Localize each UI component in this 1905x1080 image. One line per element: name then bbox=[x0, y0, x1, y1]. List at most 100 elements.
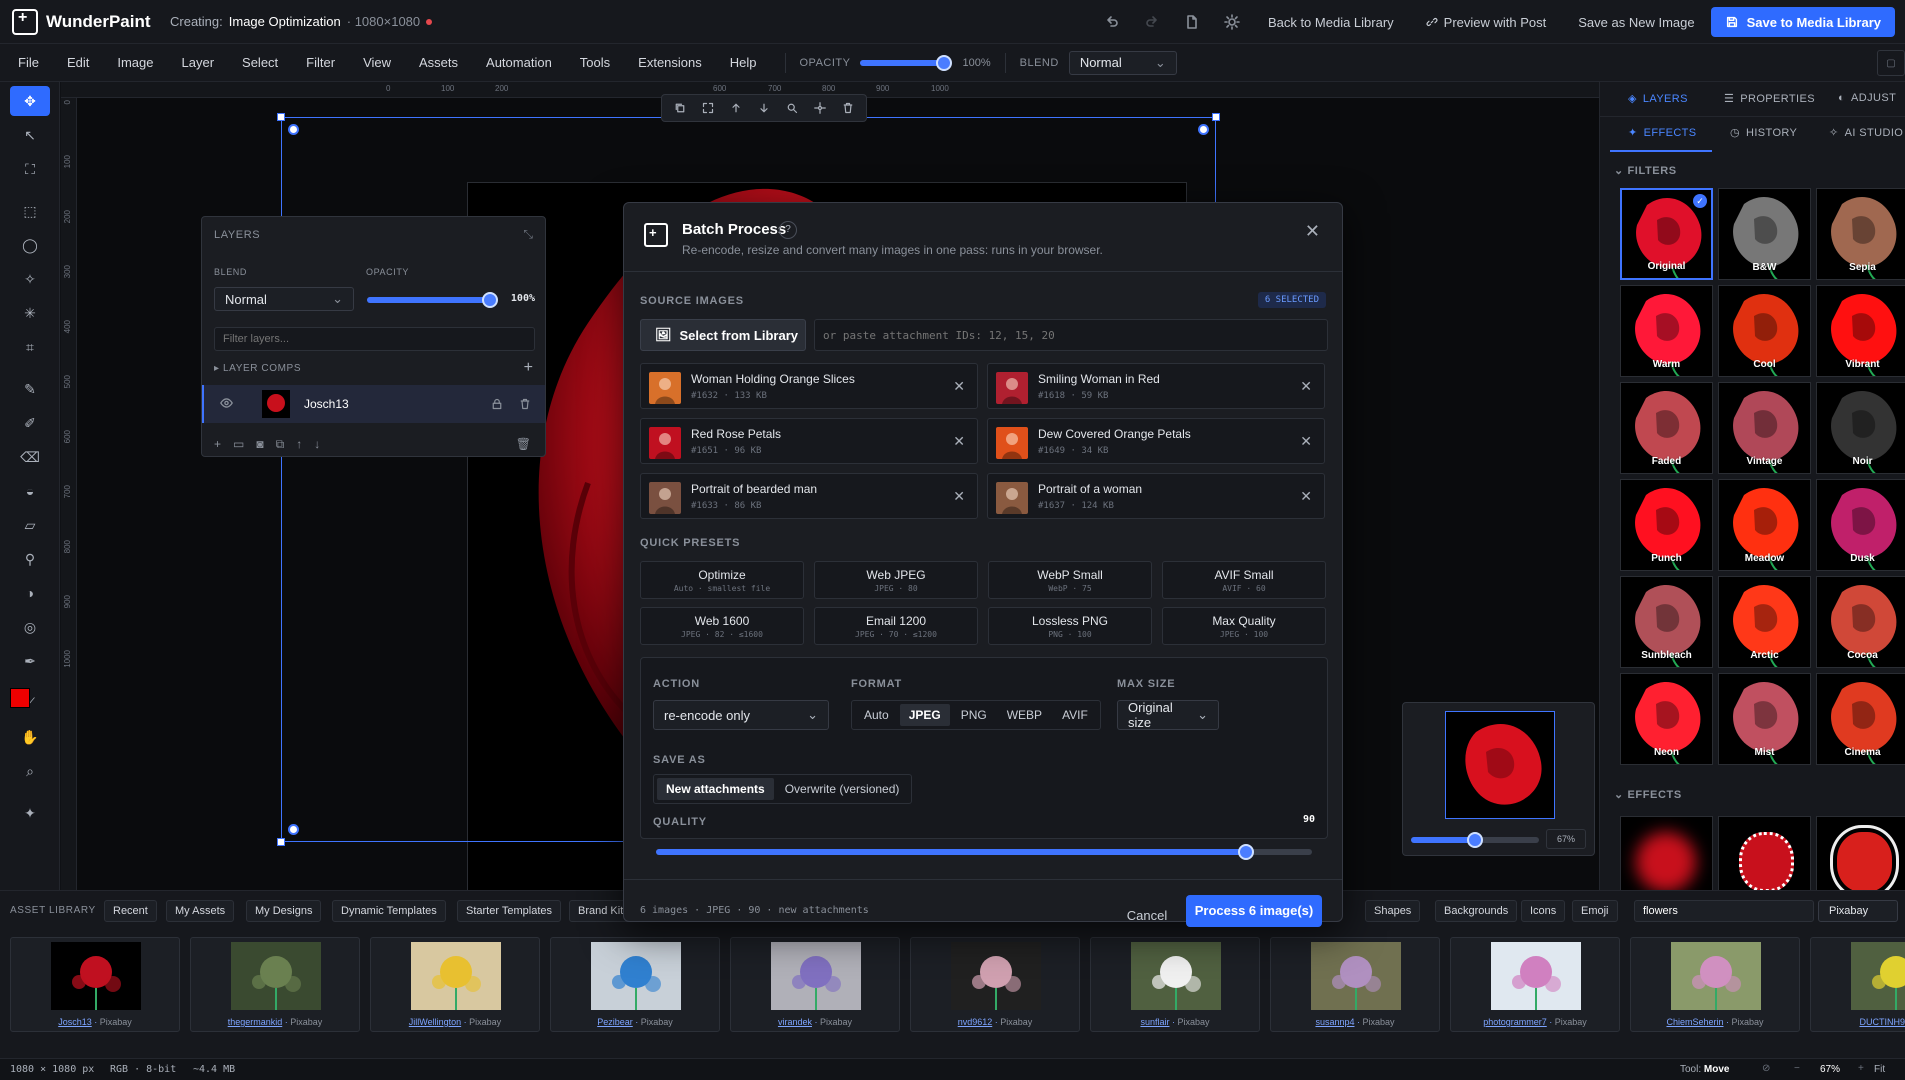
asset-card[interactable]: DUCTINH91 · Pix bbox=[1810, 937, 1905, 1032]
asset-credit[interactable]: Pezibear · Pixabay bbox=[551, 1017, 719, 1027]
asset-card[interactable]: photogrammer7 · Pixabay bbox=[1450, 937, 1620, 1032]
asset-card[interactable]: Josch13 · Pixabay bbox=[10, 937, 180, 1032]
process-images-button[interactable]: Process 6 image(s) bbox=[1186, 895, 1322, 927]
menu-edit[interactable]: Edit bbox=[53, 55, 103, 70]
navigator-preview[interactable] bbox=[1445, 711, 1555, 819]
opacity-slider[interactable] bbox=[860, 54, 953, 71]
menu-layer[interactable]: Layer bbox=[168, 55, 229, 70]
save-as-new-attachments[interactable]: New attachments bbox=[657, 778, 774, 800]
asset-chip-shapes[interactable]: Shapes bbox=[1365, 900, 1421, 922]
source-image-item[interactable]: Portrait of bearded man #1633 · 86 KB ✕ bbox=[640, 473, 978, 519]
menu-extensions[interactable]: Extensions bbox=[624, 55, 716, 70]
status-zoom[interactable]: 67% bbox=[1820, 1064, 1840, 1075]
stamp-tool-icon[interactable]: ⚲ bbox=[10, 544, 50, 574]
preset-avif-small[interactable]: AVIF Small AVIF · 60 bbox=[1162, 561, 1326, 599]
folder-icon[interactable]: ▭ bbox=[233, 437, 244, 452]
asset-chip-recent[interactable]: Recent bbox=[104, 900, 157, 922]
tab-history[interactable]: ◷ HISTORY bbox=[1730, 126, 1797, 140]
filter-original-thumb[interactable]: Original ✓ bbox=[1620, 188, 1713, 280]
menu-filter[interactable]: Filter bbox=[292, 55, 349, 70]
transform-tool-icon[interactable]: ⛶ bbox=[10, 154, 50, 184]
preset-webp-small[interactable]: WebP Small WebP · 75 bbox=[988, 561, 1152, 599]
pencil-tool-icon[interactable]: ✐ bbox=[10, 408, 50, 438]
panel-toggle-icon[interactable]: ▢ bbox=[1877, 50, 1905, 76]
asset-card[interactable]: Pezibear · Pixabay bbox=[550, 937, 720, 1032]
asset-chip-dynamic-templates[interactable]: Dynamic Templates bbox=[332, 900, 446, 922]
theme-toggle-icon[interactable] bbox=[1212, 0, 1252, 44]
crop-tool-icon[interactable]: ⌗ bbox=[10, 332, 50, 362]
asset-search-input[interactable] bbox=[1634, 900, 1814, 922]
foreground-color[interactable] bbox=[10, 688, 30, 708]
menu-view[interactable]: View bbox=[349, 55, 405, 70]
brush-tool-icon[interactable]: ✎ bbox=[10, 374, 50, 404]
filter-punch-thumb[interactable]: Punch bbox=[1620, 479, 1713, 571]
resize-handle[interactable] bbox=[1212, 113, 1220, 121]
back-to-library-button[interactable]: Back to Media Library bbox=[1252, 0, 1410, 44]
save-as-overwrite[interactable]: Overwrite (versioned) bbox=[776, 778, 909, 800]
visibility-eye-icon[interactable] bbox=[220, 395, 233, 411]
asset-credit[interactable]: photogrammer7 · Pixabay bbox=[1451, 1017, 1619, 1027]
close-icon[interactable]: ✕ bbox=[1305, 221, 1320, 242]
filter-dusk-thumb[interactable]: Dusk bbox=[1816, 479, 1905, 571]
app-logo[interactable]: WunderPaint bbox=[0, 8, 170, 35]
asset-credit[interactable]: DUCTINH91 · Pix bbox=[1811, 1017, 1905, 1027]
max-size-select[interactable]: Original size ⌄ bbox=[1117, 700, 1219, 730]
magic-select-tool-icon[interactable]: ✳ bbox=[10, 298, 50, 328]
move-up-icon[interactable]: ↑ bbox=[296, 437, 302, 452]
effect-thumb[interactable] bbox=[1620, 816, 1713, 890]
ai-tool-icon[interactable]: ✦ bbox=[10, 798, 50, 828]
asset-card[interactable]: virandek · Pixabay bbox=[730, 937, 900, 1032]
tab-ai-studio[interactable]: ✧ AI STUDIO bbox=[1829, 126, 1903, 140]
source-image-item[interactable]: Portrait of a woman #1637 · 124 KB ✕ bbox=[987, 473, 1325, 519]
help-icon[interactable]: ? bbox=[779, 221, 797, 239]
filter-meadow-thumb[interactable]: Meadow bbox=[1718, 479, 1811, 571]
remove-icon[interactable]: ✕ bbox=[1300, 378, 1312, 395]
remove-icon[interactable]: ✕ bbox=[1300, 488, 1312, 505]
source-image-item[interactable]: Woman Holding Orange Slices #1632 · 133 K… bbox=[640, 363, 978, 409]
asset-card[interactable]: ChiemSeherin · Pixabay bbox=[1630, 937, 1800, 1032]
filter-arctic-thumb[interactable]: Arctic bbox=[1718, 576, 1811, 668]
magic-wand-tool-icon[interactable]: ✧ bbox=[10, 264, 50, 294]
tab-effects[interactable]: ✦ EFFECTS bbox=[1628, 126, 1697, 140]
tab-layers[interactable]: ◈ LAYERS bbox=[1628, 92, 1688, 106]
move-down-icon[interactable]: ↓ bbox=[314, 437, 320, 452]
fit-icon[interactable] bbox=[696, 100, 720, 116]
menu-image[interactable]: Image bbox=[103, 55, 167, 70]
marquee-tool-icon[interactable]: ⬚ bbox=[10, 196, 50, 226]
asset-chip-my-assets[interactable]: My Assets bbox=[166, 900, 235, 922]
preset-web-1600[interactable]: Web 1600 JPEG · 82 · ≤1600 bbox=[640, 607, 804, 645]
effect-thumb[interactable] bbox=[1816, 816, 1905, 890]
asset-credit[interactable]: Josch13 · Pixabay bbox=[11, 1017, 179, 1027]
filter-sunbleach-thumb[interactable]: Sunbleach bbox=[1620, 576, 1713, 668]
collapse-icon[interactable]: ⤡ bbox=[523, 227, 533, 242]
asset-card[interactable]: sunflair · Pixabay bbox=[1090, 937, 1260, 1032]
lock-icon[interactable] bbox=[491, 396, 503, 412]
select-tool-icon[interactable]: ↖ bbox=[10, 120, 50, 150]
asset-credit[interactable]: ChiemSeherin · Pixabay bbox=[1631, 1017, 1799, 1027]
remove-icon[interactable]: ✕ bbox=[953, 378, 965, 395]
mask-icon[interactable]: ◙ bbox=[256, 437, 263, 452]
filter-cool-thumb[interactable]: Cool bbox=[1718, 285, 1811, 377]
format-webp[interactable]: WEBP bbox=[998, 704, 1051, 726]
fill-tool-icon[interactable]: ◒ bbox=[10, 476, 50, 506]
asset-chip-emoji[interactable]: Emoji bbox=[1572, 900, 1618, 922]
filter-sepia-thumb[interactable]: Sepia bbox=[1816, 188, 1905, 280]
asset-credit[interactable]: sunflair · Pixabay bbox=[1091, 1017, 1259, 1027]
tab-adjust[interactable]: ◐ ADJUST bbox=[1838, 92, 1896, 104]
filter-noir-thumb[interactable]: Noir bbox=[1816, 382, 1905, 474]
remove-icon[interactable]: ✕ bbox=[953, 433, 965, 450]
eraser-tool-icon[interactable]: ⌫ bbox=[10, 442, 50, 472]
format-avif[interactable]: AVIF bbox=[1053, 704, 1097, 726]
layer-blend-select[interactable]: Normal ⌄ bbox=[214, 287, 354, 311]
bring-forward-icon[interactable] bbox=[724, 100, 748, 116]
filters-heading[interactable]: ⌄ FILTERS bbox=[1614, 164, 1677, 177]
menu-file[interactable]: File bbox=[4, 55, 53, 70]
duplicate-icon[interactable] bbox=[668, 100, 692, 116]
hand-tool-icon[interactable]: ✋ bbox=[10, 722, 50, 752]
resize-handle[interactable] bbox=[277, 838, 285, 846]
delete-layer-icon[interactable]: 🗑 bbox=[516, 437, 531, 451]
menu-assets[interactable]: Assets bbox=[405, 55, 472, 70]
asset-card[interactable]: nvd9612 · Pixabay bbox=[910, 937, 1080, 1032]
asset-card[interactable]: JillWellington · Pixabay bbox=[370, 937, 540, 1032]
filter-neon-thumb[interactable]: Neon bbox=[1620, 673, 1713, 765]
